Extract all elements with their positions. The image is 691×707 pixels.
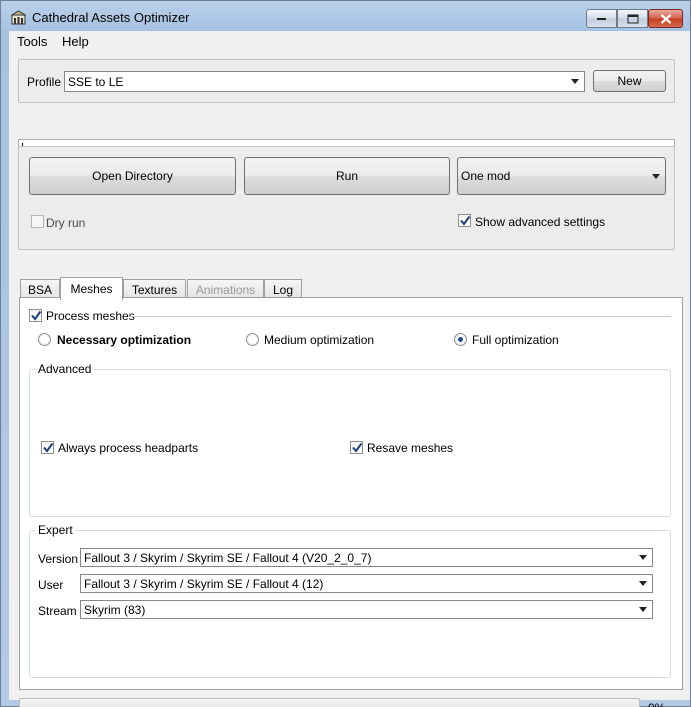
- tab-log[interactable]: Log: [264, 279, 302, 299]
- checkmark-icon: [460, 215, 470, 226]
- medium-optimization-label: Medium optimization: [264, 333, 375, 347]
- stream-select[interactable]: Skyrim (83): [80, 600, 653, 619]
- mode-select[interactable]: One mod: [457, 157, 666, 195]
- menu-bar: Tools Help: [9, 31, 690, 51]
- version-select[interactable]: Fallout 3 / Skyrim / Skyrim SE / Fallout…: [80, 548, 653, 567]
- actions-group: Open Directory Run One mod Dry run Show …: [18, 146, 675, 250]
- tab-bsa[interactable]: BSA: [20, 279, 60, 299]
- chevron-down-icon: [639, 607, 647, 612]
- user-select[interactable]: Fallout 3 / Skyrim / Skyrim SE / Fallout…: [80, 574, 653, 593]
- user-selected-value: Fallout 3 / Skyrim / Skyrim SE / Fallout…: [84, 577, 324, 591]
- minimize-icon: [596, 17, 606, 20]
- always-process-headparts-label: Always process headparts: [58, 441, 199, 455]
- expert-group-title: Expert: [35, 523, 76, 537]
- chevron-down-icon: [571, 79, 579, 84]
- maximize-icon: [627, 14, 638, 23]
- tab-textures[interactable]: Textures: [123, 279, 186, 299]
- resave-meshes-label: Resave meshes: [367, 441, 454, 455]
- process-meshes-label: Process meshes: [46, 309, 135, 323]
- maximize-button[interactable]: [617, 9, 648, 28]
- minimize-button[interactable]: [586, 9, 617, 28]
- profile-select[interactable]: SSE to LE: [64, 71, 585, 92]
- dry-run-label: Dry run: [46, 216, 86, 230]
- progress-bar: [19, 698, 640, 707]
- expert-group: Expert Version Fallout 3 / Skyrim / Skyr…: [29, 523, 671, 678]
- window-title: Cathedral Assets Optimizer: [32, 10, 190, 25]
- checkmark-icon: [352, 442, 362, 453]
- run-button[interactable]: Run: [244, 157, 450, 195]
- stream-selected-value: Skyrim (83): [84, 603, 146, 617]
- always-process-headparts-checkbox[interactable]: [41, 441, 54, 454]
- chevron-down-icon: [639, 581, 647, 586]
- menu-tools[interactable]: Tools: [17, 34, 47, 49]
- radio-medium-optimization[interactable]: [246, 333, 259, 346]
- menu-help[interactable]: Help: [62, 34, 89, 49]
- profile-selected-value: SSE to LE: [68, 75, 124, 89]
- progress-text: 0%: [648, 701, 665, 707]
- open-directory-button[interactable]: Open Directory: [29, 157, 236, 195]
- main-content: Profile SSE to LE New Open Directory Run…: [9, 51, 690, 707]
- stream-label: Stream: [38, 604, 77, 618]
- show-advanced-checkbox[interactable]: [458, 214, 471, 227]
- version-label: Version: [38, 552, 79, 566]
- radio-necessary-optimization[interactable]: [38, 333, 51, 346]
- tab-meshes[interactable]: Meshes: [60, 277, 123, 300]
- full-optimization-label: Full optimization: [472, 333, 559, 347]
- tab-animations: Animations: [187, 279, 264, 299]
- chevron-down-icon: [652, 174, 660, 179]
- new-profile-button[interactable]: New: [593, 70, 666, 92]
- profile-label: Profile: [27, 75, 62, 89]
- client-area: Tools Help Profile SSE to LE New Open Di…: [9, 31, 690, 707]
- user-label: User: [38, 578, 64, 592]
- title-bar[interactable]: Cathedral Assets Optimizer: [1, 1, 690, 32]
- mode-selected-value: One mod: [461, 169, 511, 183]
- process-meshes-divider: [128, 316, 671, 317]
- advanced-group-title: Advanced: [35, 362, 95, 376]
- close-icon: [660, 13, 671, 24]
- app-window: Cathedral Assets Optimizer Tools Help Pr…: [0, 0, 691, 707]
- process-meshes-checkbox[interactable]: [29, 309, 42, 322]
- checkmark-icon: [31, 310, 41, 321]
- advanced-group: Advanced Always process headparts Resave…: [29, 362, 671, 517]
- resave-meshes-checkbox[interactable]: [350, 441, 363, 454]
- version-selected-value: Fallout 3 / Skyrim / Skyrim SE / Fallout…: [84, 551, 372, 565]
- necessary-optimization-label: Necessary optimization: [57, 333, 192, 347]
- show-advanced-label: Show advanced settings: [475, 215, 606, 229]
- meshes-tab-pane: Process meshes Necessary optimization Me…: [19, 297, 683, 690]
- close-button[interactable]: [648, 9, 683, 28]
- radio-full-optimization[interactable]: [454, 333, 467, 346]
- dry-run-checkbox[interactable]: [31, 215, 44, 228]
- checkmark-icon: [43, 442, 53, 453]
- profile-group: Profile SSE to LE New: [18, 59, 675, 103]
- chevron-down-icon: [639, 555, 647, 560]
- cathedral-icon: [11, 10, 26, 25]
